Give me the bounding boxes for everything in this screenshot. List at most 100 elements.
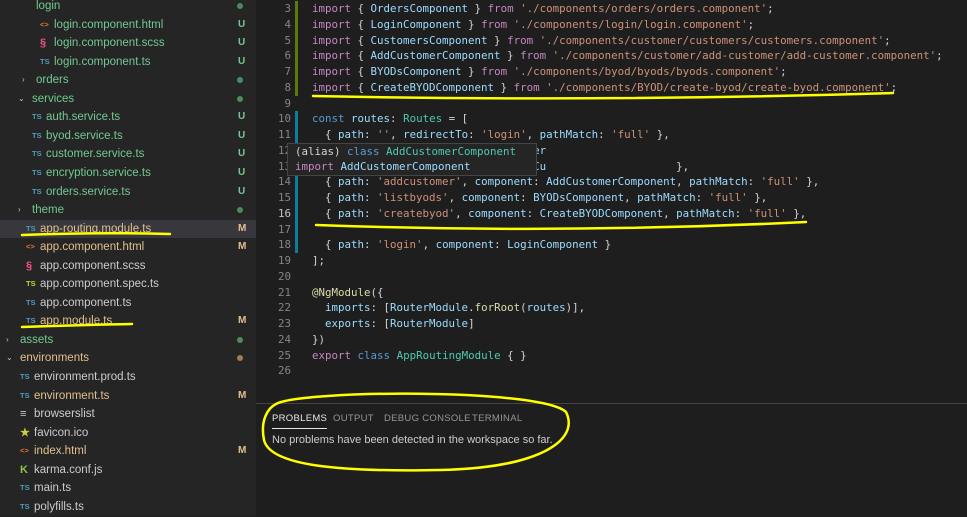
tree-item[interactable]: TS polyfills.ts [0,498,256,516]
tree-item-label: environments [20,352,90,365]
tree-item[interactable]: ★ favicon.ico [0,424,256,442]
tree-item[interactable]: ≡ browserslist [0,405,256,423]
line-number: 10 [277,112,291,126]
git-gutter-marker [295,32,298,49]
line-number: 11 [277,128,291,141]
code-editor[interactable]: 3 import { OrdersComponent } from './comp… [256,0,967,396]
tree-item[interactable]: <> app.component.html M [0,238,256,256]
chevron-right-icon[interactable]: › [6,331,9,349]
line-number: 7 [284,65,291,78]
tree-item[interactable]: TS encryption.service.ts U [0,164,256,182]
code-line[interactable]: 22 imports: [RouterModule.forRoot(routes… [256,300,967,316]
line-number: 14 [277,175,291,189]
code-text: { path: 'login', component: LoginCompone… [312,238,612,252]
tree-item[interactable]: TS environment.prod.ts [0,368,256,386]
ts-file-icon: TS [32,112,42,122]
line-number: 13 [277,159,291,173]
ts-file-icon: TS [32,130,42,140]
tree-item-label: app.component.spec.ts [40,278,159,291]
code-line[interactable]: 24}) [256,332,967,348]
tree-item[interactable]: TS login.component.ts U [0,53,256,71]
code-line[interactable]: 14 { path: 'addcustomer', component: Add… [256,174,967,190]
git-status-dot [237,3,243,9]
tab-terminal[interactable]: TERMINAL [472,413,522,424]
code-line[interactable]: 6 import { AddCustomerComponent } from '.… [256,48,967,64]
git-gutter-marker [295,1,298,17]
code-line[interactable]: 7 import { BYODsComponent } from './compo… [256,64,967,80]
tree-item[interactable]: § app.component.scss [0,257,256,275]
tree-item[interactable]: § login.component.scss U [0,34,256,52]
tab-problems[interactable]: PROBLEMS [272,413,328,429]
tree-item[interactable]: › orders [0,71,256,89]
git-status-dot [237,95,243,102]
html-file-icon: <> [20,446,29,456]
ts-file-icon: TS [20,501,30,511]
chevron-down-icon[interactable]: ⌄ [6,349,13,367]
code-line[interactable]: 16 { path: 'createbyod', component: Crea… [256,206,967,222]
tree-item[interactable]: ⌄ services [0,90,256,108]
tree-item[interactable]: TS app.component.spec.ts [0,275,256,293]
tree-item[interactable]: <> index.html M [0,442,256,460]
tree-item[interactable]: ⌄ environments [0,349,256,367]
tree-item-label: app.module.ts [40,315,113,328]
git-gutter-marker [295,190,298,206]
tree-item[interactable]: TS environment.ts M [0,387,256,405]
tab-output[interactable]: OUTPUT [333,413,374,424]
tree-item[interactable]: Kkarma.conf.js [0,461,256,479]
code-line[interactable]: 5 import { CustomersComponent } from './c… [256,33,967,49]
tree-item[interactable]: TS main.ts [0,479,256,497]
tree-item[interactable]: <> login.component.html U [0,16,256,34]
line-number: 5 [284,33,291,47]
code-line[interactable]: 18 { path: 'login', component: LoginComp… [256,237,967,253]
tree-item[interactable]: login [0,0,256,15]
code-line[interactable]: 11 { path: '', redirectTo: 'login', path… [256,127,967,143]
star-file-icon: ★ [20,426,30,439]
code-text: @NgModule({ [312,285,384,299]
git-gutter-marker [295,111,298,127]
tree-item[interactable]: › assets [0,331,256,349]
tab-debug-console[interactable]: DEBUG CONSOLE [384,413,471,424]
code-line[interactable]: 17 [256,222,967,238]
code-line[interactable]: 26 [256,363,967,379]
tree-item[interactable]: TS app-routing.module.ts M [0,219,256,238]
code-line[interactable]: 8 import { CreateBYODComponent } from './… [256,80,967,96]
ts-file-icon: TS [26,297,36,307]
ts-file-icon: TS [26,279,36,289]
tree-item[interactable]: › theme [0,201,256,219]
git-status-dot [237,77,243,84]
tree-item-label: app.component.scss [40,259,146,272]
tree-item[interactable]: TS app.module.ts M [0,312,256,330]
line-number: 22 [277,301,291,315]
code-line[interactable]: 10 const routes: Routes = [ [256,111,967,127]
tree-item[interactable]: TS byod.service.ts U [0,127,256,145]
code-line[interactable]: 23 exports: [RouterModule] [256,316,967,332]
tree-item[interactable]: TS orders.service.ts U [0,183,256,201]
line-number: 12 [277,143,291,157]
code-line[interactable]: 25 export class AppRoutingModule { } [256,348,967,364]
code-text: }) [312,332,326,346]
tree-item-label: karma.conf.js [34,463,103,476]
tree-item[interactable]: TS auth.service.ts U [0,108,256,126]
chevron-right-icon[interactable]: › [22,71,25,89]
code-line[interactable]: 20 [256,269,967,285]
code-line[interactable]: 19]; [256,253,967,269]
tree-item[interactable]: TS customer.service.ts U [0,145,256,163]
git-gutter-marker [295,174,298,190]
chevron-down-icon[interactable]: ⌄ [18,90,25,108]
git-status-badge: M [238,389,247,401]
tree-item-label: login.component.ts [54,55,151,68]
tree-item[interactable]: TS app.component.ts [0,294,256,312]
code-line[interactable]: 3 import { OrdersComponent } from './comp… [256,1,967,17]
line-number: 23 [277,317,291,330]
code-line[interactable]: 9 [256,96,967,112]
tree-item-label: favicon.ico [34,426,89,439]
chevron-right-icon[interactable]: › [18,201,21,219]
line-number: 25 [277,348,291,362]
code-line[interactable]: 4 import { LoginComponent } from './compo… [256,17,967,33]
hover-import: import AddCustomerComponent [295,160,471,173]
html-file-icon: <> [26,242,35,252]
line-number: 21 [277,285,291,299]
code-line[interactable]: 15 { path: 'listbyods', component: BYODs… [256,190,967,206]
code-line[interactable]: 21 @NgModule({ [256,285,967,301]
code-text: { path: 'createbyod', component: CreateB… [312,206,807,220]
